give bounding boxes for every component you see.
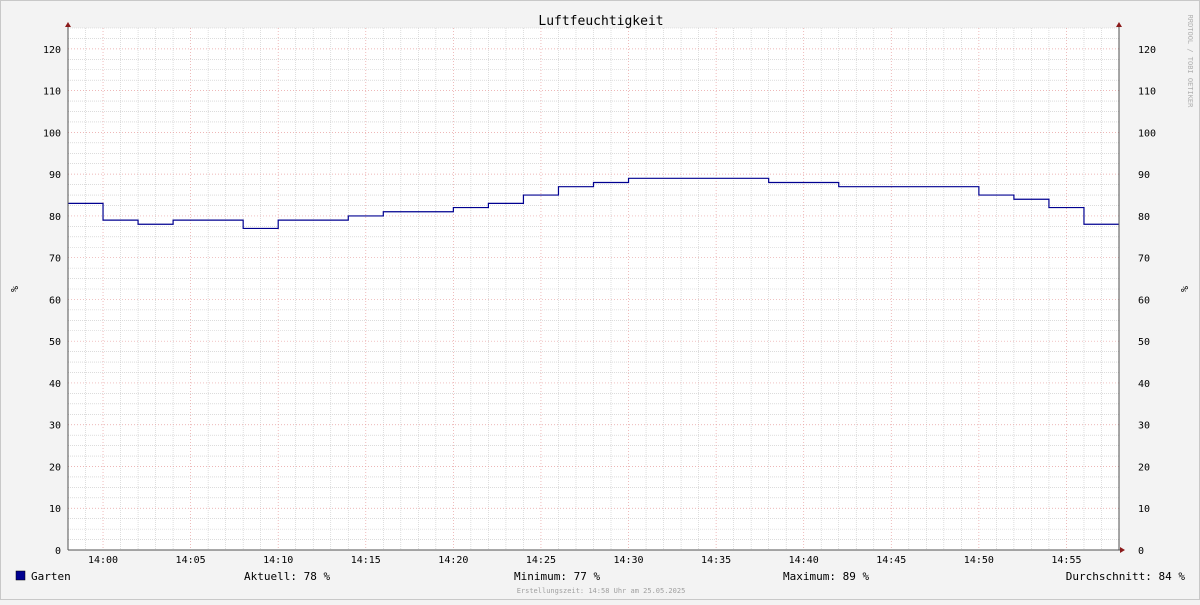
x-axis: 14:00 14:05 14:10 14:15 14:20 14:25 14:30 14:35… [88, 555, 1082, 566]
legend-minimum: Minimum: 77 % [514, 570, 600, 583]
y-axis-left: 0 10 20 30 40 50 60 70 80 90 100 110 120 [43, 45, 61, 557]
y-tick-label-right: 70 [1138, 254, 1150, 265]
y-tick-label-left: 90 [49, 170, 61, 181]
y-tick-label-left: 100 [43, 128, 61, 139]
y-tick-label-left: 10 [49, 504, 61, 515]
y-tick-label-left: 0 [55, 546, 61, 557]
legend-series-name: Garten [31, 570, 71, 583]
x-tick-label: 14:45 [876, 555, 906, 566]
x-tick-label: 14:00 [88, 555, 118, 566]
y-tick-label-left: 70 [49, 254, 61, 265]
y-axis-right: 0 10 20 30 40 50 60 70 80 90 100 110 120 [1138, 45, 1156, 557]
x-tick-label: 14:05 [176, 555, 206, 566]
y-tick-label-left: 110 [43, 87, 61, 98]
y-tick-label-left: 30 [49, 421, 61, 432]
y-tick-label-left: 120 [43, 45, 61, 56]
x-tick-label: 14:50 [964, 555, 994, 566]
y-tick-label-right: 50 [1138, 337, 1150, 348]
y-tick-label-left: 50 [49, 337, 61, 348]
x-tick-label: 14:30 [613, 555, 643, 566]
y-axis-arrow-left [65, 22, 71, 27]
chart-svg: Luftfeuchtigkeit 01020304050607080901001… [8, 14, 1194, 595]
y-tick-label-right: 100 [1138, 128, 1156, 139]
y-tick-label-right: 30 [1138, 421, 1150, 432]
y-tick-label-right: 90 [1138, 170, 1150, 181]
x-axis-arrow [1120, 547, 1125, 553]
legend-durchschnitt: Durchschnitt: 84 % [1066, 570, 1186, 583]
x-tick-label: 14:40 [789, 555, 819, 566]
y-axis-arrow-right [1116, 22, 1122, 27]
chart-title: Luftfeuchtigkeit [538, 14, 663, 29]
footer-timestamp: Erstellungszeit: 14:58 Uhr am 25.05.2025 [517, 587, 686, 595]
y-tick-label-left: 20 [49, 462, 61, 473]
y-tick-label-right: 0 [1138, 546, 1144, 557]
x-tick-label: 14:15 [351, 555, 381, 566]
legend-aktuell: Aktuell: 78 % [244, 570, 330, 583]
watermark: RRDTOOL / TOBI OETIKER [1186, 15, 1194, 109]
y-tick-label-right: 40 [1138, 379, 1150, 390]
y-tick-label-right: 110 [1138, 87, 1156, 98]
x-tick-label: 14:25 [526, 555, 556, 566]
y-axis-label-right: % [1178, 286, 1189, 292]
y-tick-label-left: 80 [49, 212, 61, 223]
x-tick-label: 14:20 [438, 555, 468, 566]
y-tick-label-left: 40 [49, 379, 61, 390]
y-tick-label-right: 120 [1138, 45, 1156, 56]
legend-swatch [15, 570, 26, 581]
x-tick-label: 14:10 [263, 555, 293, 566]
y-tick-label-right: 80 [1138, 212, 1150, 223]
y-tick-label-left: 60 [49, 295, 61, 306]
legend-maximum: Maximum: 89 % [783, 570, 869, 583]
x-tick-label: 14:35 [701, 555, 731, 566]
y-axis-label-left: % [8, 286, 19, 292]
x-tick-label: 14:55 [1051, 555, 1081, 566]
y-tick-label-right: 10 [1138, 504, 1150, 515]
y-tick-label-right: 20 [1138, 462, 1150, 473]
chart-frame: Luftfeuchtigkeit 0 10 20 30 40 50 60 70 80 90 100 1… [0, 0, 1200, 600]
y-tick-label-right: 60 [1138, 295, 1150, 306]
